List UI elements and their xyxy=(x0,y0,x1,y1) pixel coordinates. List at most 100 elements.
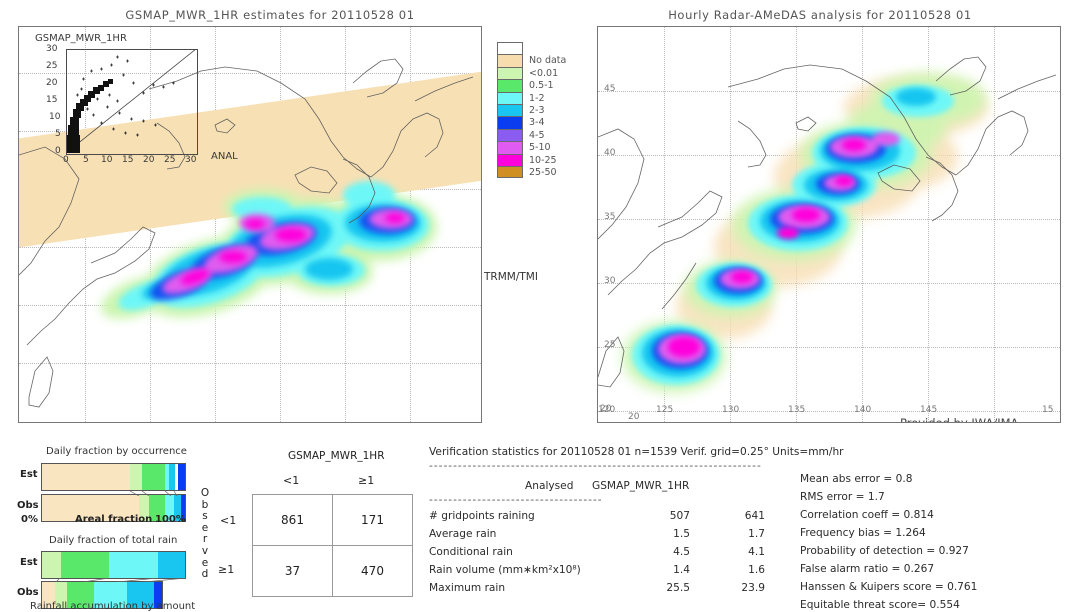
score-item: RMS error = 1.7 xyxy=(800,491,885,503)
cell-lt1-ge1[interactable]: 171 xyxy=(332,494,413,546)
gridline xyxy=(19,363,481,364)
score-item: Frequency bias = 1.264 xyxy=(800,527,926,539)
stat-row-label: Maximum rain xyxy=(429,582,506,594)
table-row: 861 171 xyxy=(252,494,413,546)
observed-row-ge1: ≥1 xyxy=(218,563,235,576)
gridline xyxy=(928,27,929,422)
occurrence-obs-label: Obs xyxy=(17,500,39,511)
occurrence-axis-max: 100% xyxy=(155,514,186,525)
right-y-tick: 35 xyxy=(604,212,616,222)
colorbar-label: 4-5 xyxy=(529,129,545,141)
score-item: False alarm ratio = 0.267 xyxy=(800,563,935,575)
gridline xyxy=(730,27,731,422)
cell-ge1-ge1[interactable]: 470 xyxy=(332,545,413,597)
column-header-analysed: Analysed xyxy=(525,480,574,492)
total-rain-connectors xyxy=(55,578,186,582)
inset-x-tick: 20 xyxy=(143,155,155,165)
occurrence-est-bar[interactable] xyxy=(41,463,186,491)
observed-side-label: Observed xyxy=(199,487,211,581)
scatter-points xyxy=(66,49,196,153)
total-rain-est-label: Est xyxy=(20,557,38,568)
stat-row-label: # gridpoints raining xyxy=(429,510,535,522)
score-item: Probability of detection = 0.927 xyxy=(800,545,969,557)
stat-row-estimate: 23.9 xyxy=(741,582,765,594)
gridline xyxy=(598,347,1060,348)
gridline xyxy=(598,91,1060,92)
occurrence-axis-min: 0% xyxy=(21,514,38,525)
bar-segment xyxy=(60,552,110,578)
stat-row-analysed: 25.5 xyxy=(666,582,690,594)
right-x-tick: 140 xyxy=(854,405,872,415)
colorbar-band-4-5 xyxy=(497,128,523,142)
total-rain-caption: Rainfall accumulation by amount xyxy=(30,601,196,612)
score-item: Equitable threat score= 0.554 xyxy=(800,599,960,611)
colorbar-label: 2-3 xyxy=(529,105,545,116)
trmm-tmi-label: TRMM/TMI xyxy=(484,271,538,283)
gridline xyxy=(994,27,995,422)
stat-row-analysed: 4.5 xyxy=(673,546,690,558)
scatter-inset[interactable]: GSMAP_MWR_1HR 30 25 20 15 10 5 0 0 5 10 … xyxy=(33,33,238,165)
right-x-tick: 125 xyxy=(656,405,674,415)
column-header-estimate: GSMAP_MWR_1HR xyxy=(592,480,690,492)
right-y-tick: 40 xyxy=(604,148,616,158)
gridline xyxy=(19,305,481,306)
gridline xyxy=(598,155,1060,156)
colorbar-bands xyxy=(497,42,523,179)
gridline xyxy=(862,27,863,422)
right-x-tick: 120 xyxy=(598,405,616,415)
stat-row-estimate: 1.6 xyxy=(748,564,765,576)
right-x-tick: 15 xyxy=(1042,405,1054,415)
colorbar-label: 25-50 xyxy=(529,167,557,178)
colorbar-band-1-2 xyxy=(497,91,523,104)
colorbar: No data <0.01 0.5-1 1-2 2-3 3-4 4-5 5-10 10-25 25… xyxy=(497,42,566,179)
gridline xyxy=(598,219,1060,220)
right-map-frame[interactable]: 45 40 35 30 25 20 120 125 130 135 140 14… xyxy=(597,26,1061,423)
bar-segment xyxy=(109,552,158,578)
right-y-tick: 30 xyxy=(604,276,616,286)
inset-y-tick: 20 xyxy=(46,78,58,88)
total-rain-chart-title: Daily fraction of total rain xyxy=(49,535,178,546)
gridline xyxy=(664,27,665,422)
verification-divider: ----------------------------------------… xyxy=(429,460,762,472)
inset-x-tick: 15 xyxy=(122,155,134,165)
inset-y-tick: 25 xyxy=(46,61,58,71)
colorbar-band-5-10 xyxy=(497,141,523,154)
right-x-tick: 135 xyxy=(788,405,806,415)
stat-row-analysed: 1.5 xyxy=(673,528,690,540)
verification-subdivider: ------------------------------------ xyxy=(429,494,603,506)
occurrence-est-label: Est xyxy=(20,469,38,480)
gridline xyxy=(19,247,481,248)
inset-x-tick: 30 xyxy=(185,155,197,165)
colorbar-label: 3-4 xyxy=(529,117,545,129)
stat-row-estimate: 641 xyxy=(744,510,765,522)
total-rain-est-bar[interactable] xyxy=(41,551,186,579)
inset-x-tick: 5 xyxy=(83,155,89,165)
colorbar-label: 5-10 xyxy=(529,142,551,154)
stat-row-analysed: 507 xyxy=(669,510,690,522)
observed-row-lt1: <1 xyxy=(220,514,237,527)
contingency-table[interactable]: 861 171 37 470 xyxy=(252,494,413,597)
left-panel-title: GSMAP_MWR_1HR estimates for 20110528 01 xyxy=(125,8,415,22)
stat-row-estimate: 1.7 xyxy=(748,528,765,540)
score-item: Hanssen & Kuipers score = 0.761 xyxy=(800,581,978,593)
right-y-tick: 45 xyxy=(604,84,616,94)
cell-ge1-lt1[interactable]: 37 xyxy=(252,545,333,597)
bar-segment xyxy=(42,464,130,490)
right-x-tick: 130 xyxy=(722,405,740,415)
inset-x-tick: 25 xyxy=(164,155,176,165)
inset-y-tick: 30 xyxy=(46,44,58,54)
total-rain-obs-label: Obs xyxy=(17,587,39,598)
data-credit: Provided by JWA/JMA xyxy=(900,416,1019,423)
contingency-col-ge1: ≥1 xyxy=(358,474,375,487)
left-map-frame[interactable]: GSMAP_MWR_1HR 30 25 20 15 10 5 0 0 5 10 … xyxy=(18,26,482,423)
stat-row-label: Conditional rain xyxy=(429,546,513,558)
contingency-title: GSMAP_MWR_1HR xyxy=(288,450,385,462)
colorbar-band-2-3 xyxy=(497,103,523,117)
gridline xyxy=(598,283,1060,284)
colorbar-label: 0.5-1 xyxy=(529,80,554,92)
cell-hit-lt1-lt1[interactable]: 861 xyxy=(252,494,333,546)
colorbar-band-10-25 xyxy=(497,153,523,166)
score-item: Mean abs error = 0.8 xyxy=(800,473,913,485)
contingency-col-lt1: <1 xyxy=(283,474,300,487)
inset-y-tick: 15 xyxy=(46,95,58,105)
